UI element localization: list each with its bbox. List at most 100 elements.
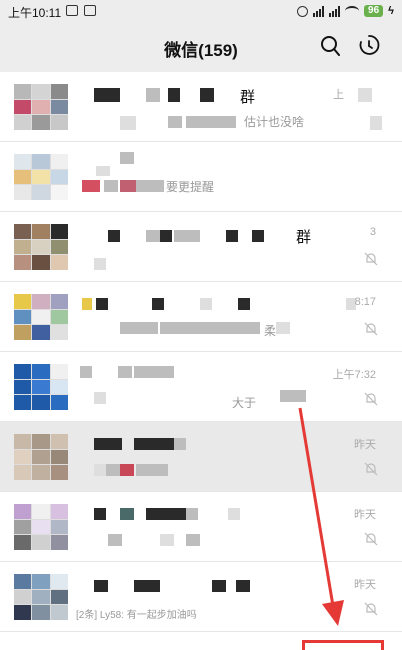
avatar-tile (32, 309, 50, 325)
redacted-block (228, 508, 240, 520)
avatar-tile (32, 255, 50, 270)
chat-time: 上 (333, 89, 344, 101)
avatar-tile (50, 589, 68, 605)
status-bar: 上午10:11 96 ϟ (0, 0, 402, 22)
chat-row[interactable]: 群 估计也没啥 上 (0, 72, 402, 142)
avatar-tile (32, 239, 50, 255)
avatar (14, 154, 68, 200)
redacted-block (94, 508, 106, 520)
avatar-tile (32, 465, 50, 480)
avatar-tile (32, 99, 50, 115)
avatar-tile (32, 169, 50, 185)
redacted-block (168, 88, 180, 102)
chat-row[interactable]: 大于 上午7:32 (0, 352, 402, 422)
avatar-tile (32, 574, 50, 589)
avatar-tile (32, 224, 50, 239)
avatar (14, 434, 68, 480)
chat-row[interactable]: 要更提醒 (0, 142, 402, 212)
redacted-block (212, 580, 226, 592)
chat-row[interactable]: [2条] Ly58: 有一起步加油吗 昨天 (0, 562, 402, 632)
chat-preview: 估计也没啥 (244, 115, 305, 129)
avatar-tile (50, 115, 68, 130)
redacted-block (108, 534, 122, 546)
redacted-block (104, 180, 118, 192)
avatar-tile (50, 325, 68, 340)
avatar-tile (14, 99, 32, 115)
avatar-tile (32, 294, 50, 309)
avatar-tile (50, 395, 68, 410)
avatar-tile (50, 224, 68, 239)
redacted-block (108, 230, 120, 242)
charging-icon: ϟ (388, 5, 394, 17)
redacted-block (276, 322, 290, 334)
redacted-block (226, 230, 238, 242)
avatar-tile (32, 185, 50, 200)
avatar-tile (50, 434, 68, 449)
avatar (14, 504, 68, 550)
avatar-tile (50, 379, 68, 395)
avatar (14, 84, 68, 130)
redacted-block (252, 230, 264, 242)
avatar-tile (32, 449, 50, 465)
avatar-tile (14, 115, 32, 130)
title-bar: 微信(159) (0, 22, 402, 72)
avatar-tile (32, 605, 50, 620)
mute-bell-icon (364, 322, 378, 336)
redacted-block (200, 88, 214, 102)
redacted-block (160, 534, 174, 546)
redacted-block (200, 298, 212, 310)
avatar-tile (32, 589, 50, 605)
status-time: 上午10:11 (8, 6, 62, 20)
avatar-tile (14, 185, 32, 200)
avatar-tile (50, 519, 68, 535)
avatar (14, 574, 68, 620)
chat-time: 昨天 (354, 509, 376, 521)
redacted-block (82, 298, 92, 310)
chat-row[interactable]: 昨天 (0, 422, 402, 492)
redacted-block (118, 366, 132, 378)
avatar-tile (32, 379, 50, 395)
avatar-tile (32, 535, 50, 550)
chat-list: 群 估计也没啥 上 要更提醒 群 3 柔 8:17 大于 上午7:32 昨天 昨… (0, 72, 402, 632)
redacted-block (358, 88, 372, 102)
avatar-tile (14, 169, 32, 185)
avatar-tile (14, 255, 32, 270)
avatar-tile (14, 589, 32, 605)
mute-bell-icon (364, 532, 378, 546)
avatar-tile (50, 535, 68, 550)
mute-bell-icon (364, 602, 378, 616)
avatar-tile (50, 99, 68, 115)
avatar-tile (14, 574, 32, 589)
avatar-tile (32, 115, 50, 130)
avatar-tile (14, 239, 32, 255)
redacted-block (120, 464, 134, 476)
redacted-block (146, 230, 160, 242)
chat-time: 3 (369, 226, 376, 238)
avatar-tile (32, 364, 50, 379)
redacted-block (136, 464, 168, 476)
redacted-block (238, 298, 250, 310)
chat-time: 8:17 (354, 296, 376, 308)
redacted-block (96, 298, 108, 310)
chat-row[interactable]: 柔 8:17 (0, 282, 402, 352)
avatar-tile (14, 84, 32, 99)
add-circle-icon[interactable] (358, 34, 380, 56)
redacted-block (106, 464, 120, 476)
avatar-tile (50, 294, 68, 309)
avatar-tile (50, 574, 68, 589)
page-title: 微信(159) (164, 41, 238, 60)
redacted-block (94, 392, 106, 404)
avatar-tile (32, 504, 50, 519)
chat-row[interactable]: 昨天 (0, 492, 402, 562)
chat-time: 昨天 (354, 579, 376, 591)
chat-row[interactable]: 群 3 (0, 212, 402, 282)
avatar-tile (50, 309, 68, 325)
search-icon[interactable] (320, 35, 340, 57)
avatar-tile (50, 169, 68, 185)
avatar-tile (14, 325, 32, 340)
avatar-tile (50, 465, 68, 480)
chat-preview: 柔 (264, 324, 277, 338)
redacted-block (186, 116, 236, 128)
redacted-block (186, 508, 198, 520)
avatar-tile (14, 449, 32, 465)
